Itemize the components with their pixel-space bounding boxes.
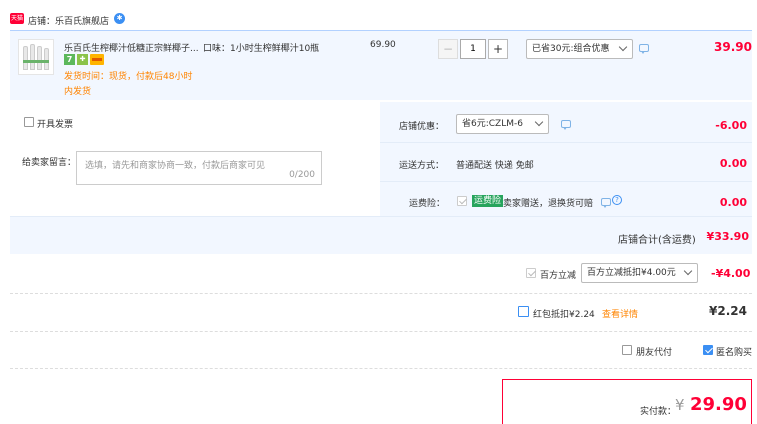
- quantity-stepper: − +: [438, 39, 510, 59]
- shop-total-row: 店铺合计(含运费) ¥33.90: [10, 216, 752, 254]
- shop-coupon-select[interactable]: 省6元:CZLM-6: [456, 114, 549, 134]
- freight-insurance-label: 运费险：: [409, 199, 446, 209]
- ship-time: 发货时间：现货，付款后48小时: [64, 72, 193, 82]
- tmall-badge: 天猫: [10, 13, 24, 24]
- invoice-label: 开具发票: [37, 120, 74, 130]
- red-packet-amount: ¥2.24: [709, 304, 747, 318]
- quantity-decrease-button[interactable]: −: [438, 39, 458, 59]
- red-packet-details-link[interactable]: 查看详情: [602, 307, 638, 320]
- pay-label: 实付款：: [640, 407, 677, 417]
- anonymous-checkbox[interactable]: [703, 345, 713, 355]
- quantity-input[interactable]: [460, 39, 486, 59]
- chevron-down-icon: [683, 266, 693, 276]
- platform-discount-amount: -¥4.00: [711, 267, 751, 280]
- wangwang-icon[interactable]: ✱: [114, 13, 125, 24]
- item-promo-value: 已省30元:组合优惠: [532, 44, 610, 54]
- chat-icon[interactable]: [639, 44, 649, 54]
- product-sku: 口味：1小时生榨鲜椰汁10瓶: [203, 44, 320, 54]
- invoice-checkbox[interactable]: [24, 117, 34, 127]
- shop-coupon-amount: -6.00: [715, 119, 747, 132]
- platform-discount-label: 百方立减: [540, 271, 577, 281]
- shop-total-amount: ¥33.90: [706, 230, 749, 243]
- product-title[interactable]: 乐百氏生榨椰汁低糖正宗鲜椰子...: [64, 41, 199, 54]
- anonymous-label: 匿名购买: [716, 348, 753, 358]
- chevron-down-icon: [534, 117, 544, 127]
- ship-time-cont: 内发货: [64, 87, 92, 97]
- delivery-value: 普通配送 快递 免邮: [456, 161, 534, 171]
- pay-currency: ¥: [675, 396, 685, 414]
- memo-counter: 0/200: [289, 170, 315, 180]
- freight-insurance-checkbox[interactable]: [457, 196, 467, 206]
- delivery-amount: 0.00: [719, 157, 747, 170]
- chat-icon[interactable]: [601, 198, 611, 208]
- red-packet-label: 红包抵扣¥2.24: [533, 310, 595, 320]
- item-promo-select[interactable]: 已省30元:组合优惠: [526, 39, 633, 59]
- shop-name[interactable]: 店铺：乐百氏旗舰店: [28, 14, 109, 27]
- pay-summary-box: 实付款： ¥ 29.90: [502, 379, 752, 424]
- platform-discount-select[interactable]: 百方立减抵扣¥4.00元: [581, 263, 698, 283]
- shop-coupon-label: 店铺优惠：: [399, 122, 445, 132]
- memo-label: 给卖家留言：: [22, 158, 77, 168]
- item-subtotal: 39.90: [714, 40, 752, 54]
- card-icon[interactable]: [90, 54, 104, 65]
- quantity-increase-button[interactable]: +: [488, 39, 508, 59]
- platform-discount-value: 百方立减抵扣¥4.00元: [587, 268, 676, 278]
- unit-price: 69.90: [370, 40, 396, 50]
- chevron-down-icon: [618, 42, 628, 52]
- shop-coupon-value: 省6元:CZLM-6: [462, 119, 523, 129]
- freight-insurance-value: 卖家赠送，退换货可赔: [503, 199, 594, 209]
- red-packet-checkbox[interactable]: [518, 306, 529, 317]
- pay-amount: 29.90: [690, 394, 747, 415]
- order-item-row: 乐百氏生榨椰汁低糖正宗鲜椰子... 7 ✚ 发货时间：现货，付款后48小时 内发…: [10, 30, 752, 100]
- chat-icon[interactable]: [561, 120, 571, 130]
- friend-pay-checkbox[interactable]: [622, 345, 632, 355]
- freight-insurance-amount: 0.00: [719, 196, 747, 209]
- delivery-label: 运送方式：: [399, 161, 445, 171]
- freight-insurance-tag: 运费险: [472, 195, 504, 207]
- product-thumbnail[interactable]: [18, 39, 54, 75]
- help-icon[interactable]: ?: [612, 195, 622, 205]
- shop-header: 天猫 店铺：乐百氏旗舰店 ✱: [10, 10, 310, 28]
- memo-placeholder: 选填，请先和商家协商一致，付款后商家可见: [85, 161, 266, 171]
- guarantee-icon[interactable]: ✚: [77, 54, 88, 65]
- shop-total-label: 店铺合计(含运费): [618, 235, 696, 246]
- seven-day-return-icon[interactable]: 7: [64, 54, 75, 65]
- platform-discount-checkbox[interactable]: [526, 268, 536, 278]
- order-options-right: 店铺优惠： 省6元:CZLM-6 -6.00 运送方式： 普通配送 快递 免邮 …: [380, 102, 752, 216]
- service-badges: 7 ✚: [64, 54, 124, 66]
- memo-input[interactable]: 选填，请先和商家协商一致，付款后商家可见 0/200: [76, 151, 322, 185]
- friend-pay-label: 朋友代付: [636, 348, 673, 358]
- order-options-left: 开具发票 给卖家留言： 选填，请先和商家协商一致，付款后商家可见 0/200: [10, 102, 380, 216]
